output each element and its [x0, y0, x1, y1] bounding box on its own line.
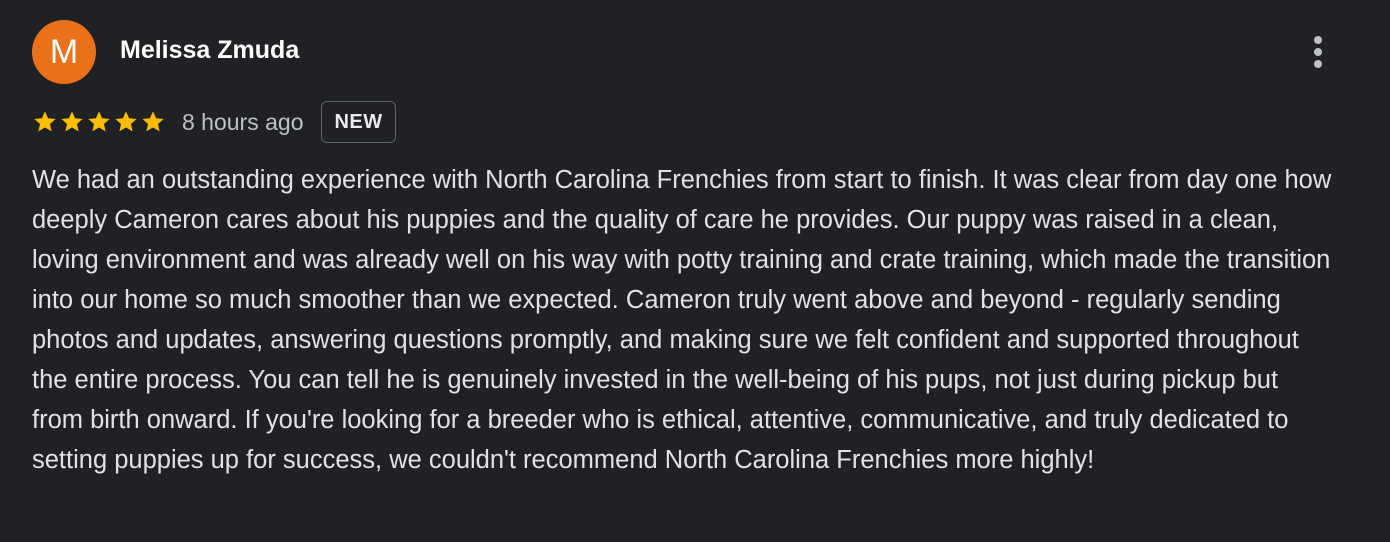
- author-name[interactable]: Melissa Zmuda: [120, 36, 299, 65]
- star-icon: [61, 111, 83, 132]
- star-icon: [88, 111, 110, 132]
- menu-dot: [1314, 60, 1322, 68]
- new-badge: NEW: [321, 101, 396, 143]
- avatar[interactable]: M: [32, 20, 96, 84]
- more-vert-icon[interactable]: [1300, 30, 1336, 74]
- review-meta: 8 hours ago NEW: [32, 100, 396, 144]
- menu-dot: [1314, 48, 1322, 56]
- review-card: M Melissa Zmuda 8 hours ago NEW We had a…: [0, 0, 1390, 542]
- star-rating: [32, 109, 166, 135]
- avatar-letter: M: [49, 33, 79, 71]
- review-time: 8 hours ago: [182, 108, 304, 135]
- star-icon: [115, 111, 137, 132]
- star-icon: [34, 111, 56, 132]
- menu-dot: [1314, 36, 1322, 44]
- review-text: We had an outstanding experience with No…: [32, 166, 1332, 474]
- star-icon: [142, 111, 164, 132]
